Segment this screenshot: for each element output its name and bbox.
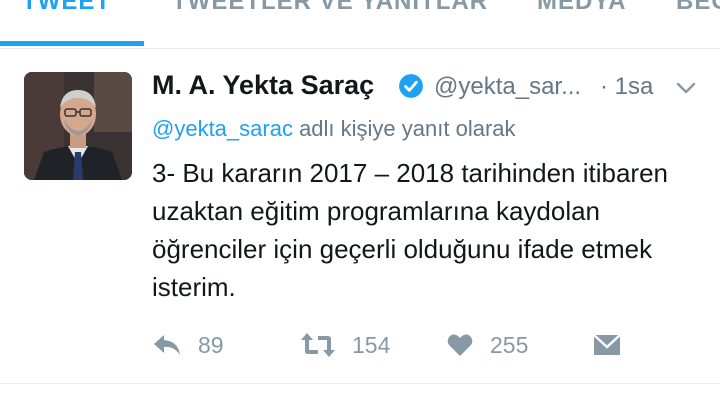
like-button[interactable]: 255: [446, 328, 546, 362]
next-tweet-preview: [0, 384, 720, 405]
profile-tabs: TWEET TWEETLER VE YANITLAR MEDYA BEĞ: [0, 0, 720, 49]
chevron-down-icon[interactable]: [674, 76, 698, 100]
direct-message-button[interactable]: [592, 328, 626, 362]
reply-icon: [154, 335, 180, 355]
tab-likes[interactable]: BEĞ: [676, 0, 720, 20]
retweet-icon: [301, 333, 335, 357]
tweet-actions: 89 154 255: [152, 328, 652, 362]
avatar[interactable]: [24, 72, 132, 180]
tab-tweets-and-replies[interactable]: TWEETLER VE YANITLAR: [172, 0, 488, 20]
tweet-timestamp[interactable]: · 1sa: [600, 73, 653, 101]
tab-tweets[interactable]: TWEET: [22, 0, 111, 20]
tweet-text: 3- Bu kararın 2017 – 2018 tarihinden iti…: [152, 158, 669, 302]
avatar-photo: [24, 72, 132, 180]
tweet[interactable]: M. A. Yekta Saraç @yekta_sar... · 1sa @y…: [0, 48, 720, 384]
heart-icon: [447, 334, 473, 356]
tab-media[interactable]: MEDYA: [537, 0, 626, 20]
reply-context: @yekta_sarac adlı kişiye yanıt olarak: [152, 116, 516, 142]
reply-button[interactable]: 89: [152, 328, 242, 362]
reply-mention-link[interactable]: @yekta_sarac: [152, 116, 293, 141]
like-count: 255: [490, 332, 529, 358]
retweet-count: 154: [352, 332, 391, 358]
reply-context-label: adlı kişiye yanıt olarak: [292, 116, 516, 141]
author-name[interactable]: M. A. Yekta Saraç: [152, 70, 374, 101]
verified-badge-icon: [399, 74, 423, 98]
active-tab-indicator: [0, 41, 144, 46]
reply-count: 89: [198, 332, 224, 358]
envelope-icon: [593, 334, 621, 355]
retweet-button[interactable]: 154: [300, 328, 410, 362]
tweet-header: M. A. Yekta Saraç @yekta_sar... · 1sa: [152, 70, 712, 104]
author-handle[interactable]: @yekta_sar...: [434, 73, 581, 101]
